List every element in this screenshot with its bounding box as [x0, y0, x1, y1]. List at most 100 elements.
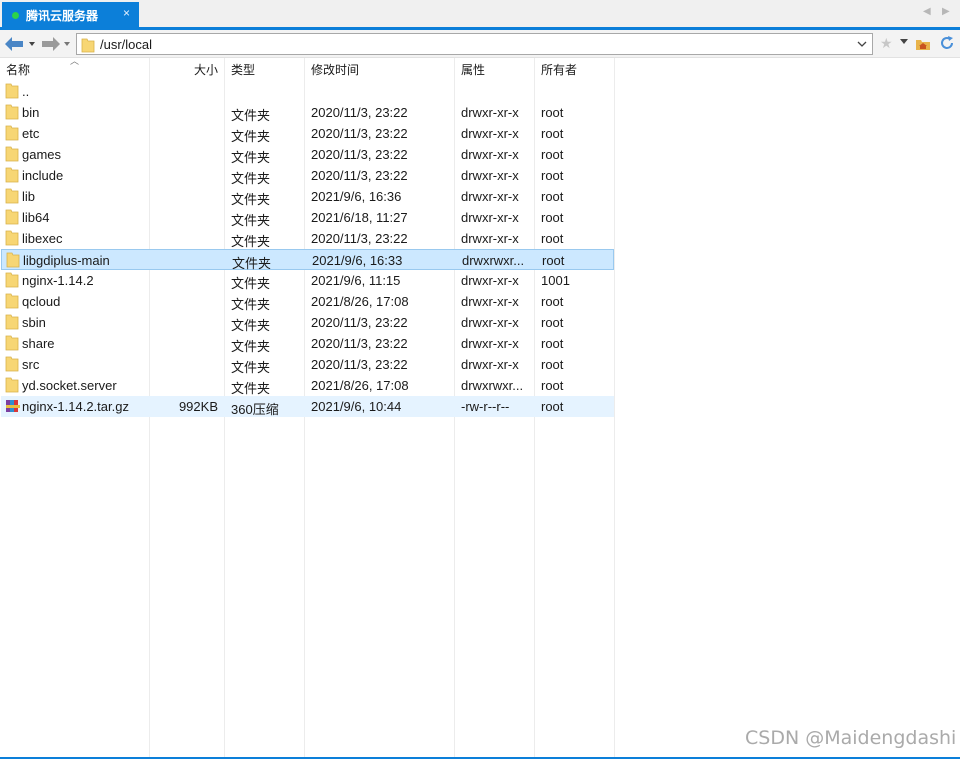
- file-permissions: drwxrwxr...: [462, 253, 525, 268]
- file-owner: root: [541, 105, 564, 120]
- file-permissions: drwxrwxr...: [461, 378, 524, 393]
- file-type: 文件夹: [231, 129, 271, 144]
- home-folder-icon[interactable]: [915, 36, 931, 52]
- file-owner: root: [541, 231, 564, 246]
- file-owner: root: [541, 294, 564, 309]
- folder-icon: [81, 38, 95, 53]
- file-name: etc: [22, 126, 40, 141]
- column-header-mtime[interactable]: 修改时间: [311, 61, 359, 78]
- file-type: 文件夹: [231, 318, 271, 333]
- favorite-dropdown-icon[interactable]: [900, 39, 908, 45]
- back-button[interactable]: [3, 34, 39, 54]
- file-type: 文件夹: [231, 381, 271, 396]
- folder-icon: [5, 125, 19, 141]
- file-modified-time: 2021/9/6, 11:15: [311, 273, 401, 288]
- address-bar[interactable]: /usr/local: [76, 33, 873, 55]
- column-header-name[interactable]: 名称: [6, 61, 30, 78]
- chevron-down-icon[interactable]: [854, 35, 870, 53]
- file-row[interactable]: nginx-1.14.2.tar.gz 992KB 360压缩 2021/9/6, 1…: [1, 396, 614, 417]
- file-permissions: drwxr-xr-x: [461, 315, 519, 330]
- address-toolbar: /usr/local ★: [0, 30, 960, 58]
- file-row[interactable]: lib 文件夹 2021/9/6, 16:36 drwxr-xr-x root: [1, 186, 614, 207]
- tab-tencent-cloud-server[interactable]: 腾讯云服务器 ×: [2, 2, 139, 27]
- file-row[interactable]: include 文件夹 2020/11/3, 23:22 drwxr-xr-x root: [1, 165, 614, 186]
- file-modified-time: 2021/9/6, 10:44: [311, 399, 402, 414]
- file-modified-time: 2020/11/3, 23:22: [311, 315, 408, 330]
- file-name: ..: [22, 84, 30, 99]
- file-row[interactable]: src 文件夹 2020/11/3, 23:22 drwxr-xr-x root: [1, 354, 614, 375]
- folder-icon: [5, 356, 19, 372]
- refresh-icon[interactable]: [939, 35, 955, 51]
- file-modified-time: 2020/11/3, 23:22: [311, 336, 408, 351]
- file-row[interactable]: libexec 文件夹 2020/11/3, 23:22 drwxr-xr-x root: [1, 228, 614, 249]
- address-path: /usr/local: [100, 37, 153, 52]
- file-owner: root: [541, 399, 564, 414]
- file-name: include: [22, 168, 64, 183]
- file-owner: root: [541, 336, 564, 351]
- file-row[interactable]: ..: [1, 81, 614, 102]
- back-arrow-icon: [5, 37, 35, 51]
- file-row[interactable]: sbin 文件夹 2020/11/3, 23:22 drwxr-xr-x root: [1, 312, 614, 333]
- file-permissions: drwxr-xr-x: [461, 126, 519, 141]
- column-header-owner[interactable]: 所有者: [541, 61, 577, 78]
- folder-icon: [5, 377, 19, 393]
- tab-scroll-left-icon[interactable]: ◀: [923, 6, 931, 17]
- file-modified-time: 2021/8/26, 17:08: [311, 294, 409, 309]
- file-owner: root: [541, 126, 564, 141]
- column-divider: [614, 58, 615, 759]
- column-header-perm[interactable]: 属性: [461, 61, 485, 78]
- file-name: sbin: [22, 315, 46, 330]
- folder-icon: [5, 146, 19, 162]
- folder-icon: [5, 230, 19, 246]
- file-permissions: drwxr-xr-x: [461, 168, 519, 183]
- file-row[interactable]: games 文件夹 2020/11/3, 23:22 drwxr-xr-x root: [1, 144, 614, 165]
- file-row[interactable]: yd.socket.server 文件夹 2021/8/26, 17:08 drwxr…: [1, 375, 614, 396]
- file-row[interactable]: bin 文件夹 2020/11/3, 23:22 drwxr-xr-x root: [1, 102, 614, 123]
- column-header-type[interactable]: 类型: [231, 61, 255, 78]
- column-header-size[interactable]: 大小: [194, 61, 218, 78]
- file-row[interactable]: share 文件夹 2020/11/3, 23:22 drwxr-xr-x root: [1, 333, 614, 354]
- file-owner: root: [541, 147, 564, 162]
- favorite-star-icon[interactable]: ★: [880, 35, 893, 52]
- tab-scroll-right-icon[interactable]: ▶: [942, 6, 950, 17]
- tab-close-button[interactable]: ×: [123, 6, 130, 20]
- file-name: libgdiplus-main: [23, 253, 110, 268]
- folder-icon: [5, 272, 19, 288]
- file-type: 文件夹: [231, 150, 271, 165]
- file-type: 文件夹: [231, 213, 271, 228]
- watermark: CSDN @Maidengdashi: [745, 727, 957, 749]
- file-row[interactable]: libgdiplus-main 文件夹 2021/9/6, 16:33 drwxrwx…: [1, 249, 614, 271]
- file-name: games: [22, 147, 62, 162]
- file-name: yd.socket.server: [22, 378, 117, 393]
- file-type: 360压缩: [231, 402, 279, 417]
- file-type: 文件夹: [231, 234, 271, 249]
- tab-bar: 腾讯云服务器 × ◀ ▶: [0, 0, 960, 27]
- connected-status-icon: [12, 12, 19, 19]
- file-name: bin: [22, 105, 40, 120]
- file-row[interactable]: qcloud 文件夹 2021/8/26, 17:08 drwxr-xr-x root: [1, 291, 614, 312]
- folder-icon: [5, 335, 19, 351]
- file-modified-time: 2021/9/6, 16:36: [311, 189, 402, 204]
- sort-ascending-icon: ︿: [70, 56, 80, 66]
- file-type: 文件夹: [231, 108, 271, 123]
- file-permissions: drwxr-xr-x: [461, 210, 519, 225]
- file-row[interactable]: etc 文件夹 2020/11/3, 23:22 drwxr-xr-x root: [1, 123, 614, 144]
- archive-icon: [5, 398, 20, 414]
- file-type: 文件夹: [231, 339, 271, 354]
- file-row[interactable]: lib64 文件夹 2021/6/18, 11:27 drwxr-xr-x root: [1, 207, 614, 228]
- file-permissions: drwxr-xr-x: [461, 105, 519, 120]
- file-owner: root: [541, 357, 564, 372]
- file-owner: root: [541, 315, 564, 330]
- forward-button[interactable]: [41, 34, 73, 54]
- file-permissions: drwxr-xr-x: [461, 336, 519, 351]
- file-type: 文件夹: [231, 297, 271, 312]
- file-name: nginx-1.14.2: [22, 273, 94, 288]
- file-modified-time: 2020/11/3, 23:22: [311, 357, 408, 372]
- file-modified-time: 2021/6/18, 11:27: [311, 210, 408, 225]
- file-modified-time: 2020/11/3, 23:22: [311, 147, 408, 162]
- file-size: 992KB: [178, 399, 218, 414]
- file-row[interactable]: nginx-1.14.2 文件夹 2021/9/6, 11:15 drwxr-xr-x…: [1, 270, 614, 291]
- folder-icon: [5, 83, 19, 99]
- file-type: 文件夹: [231, 276, 271, 291]
- file-owner: 1001: [541, 273, 570, 288]
